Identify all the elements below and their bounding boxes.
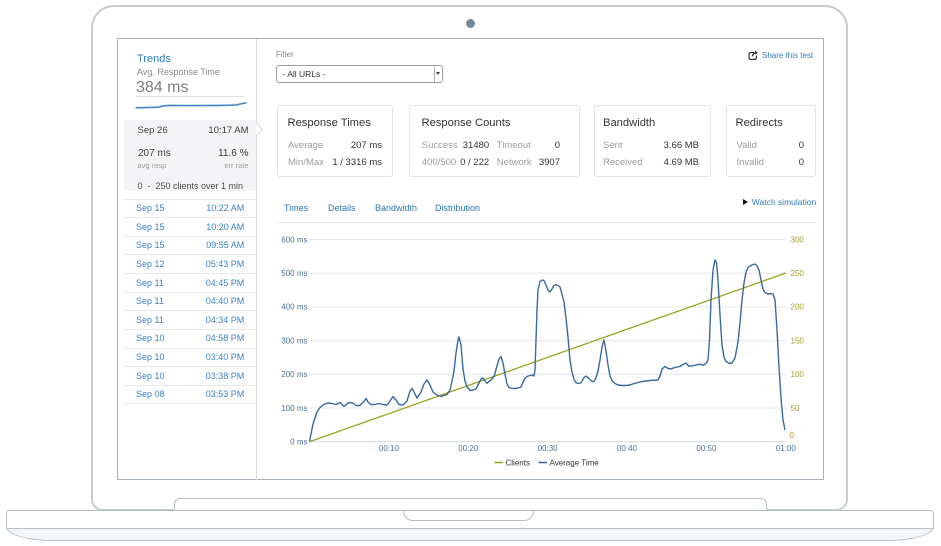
svg-text:500 ms: 500 ms [281, 269, 307, 278]
svg-text:300 ms: 300 ms [281, 336, 307, 345]
svg-text:100 ms: 100 ms [281, 404, 307, 413]
svg-text:00:30: 00:30 [538, 444, 559, 453]
svg-text:200: 200 [791, 303, 805, 312]
svg-text:Clients: Clients [506, 458, 530, 467]
svg-text:250: 250 [791, 269, 805, 278]
svg-text:00:50: 00:50 [696, 444, 717, 453]
svg-text:Average Time: Average Time [550, 458, 600, 467]
svg-text:00:20: 00:20 [458, 444, 479, 453]
svg-text:300: 300 [791, 235, 805, 244]
svg-text:00:40: 00:40 [617, 444, 638, 453]
svg-text:150: 150 [791, 336, 805, 345]
svg-text:0: 0 [790, 431, 795, 440]
svg-text:50: 50 [791, 404, 800, 413]
svg-text:01:00: 01:00 [776, 444, 797, 453]
svg-text:00:10: 00:10 [379, 444, 400, 453]
svg-text:0 ms: 0 ms [290, 438, 307, 447]
svg-text:200 ms: 200 ms [281, 370, 307, 379]
svg-text:600 ms: 600 ms [281, 235, 307, 244]
svg-text:100: 100 [791, 370, 805, 379]
svg-text:400 ms: 400 ms [281, 303, 307, 312]
